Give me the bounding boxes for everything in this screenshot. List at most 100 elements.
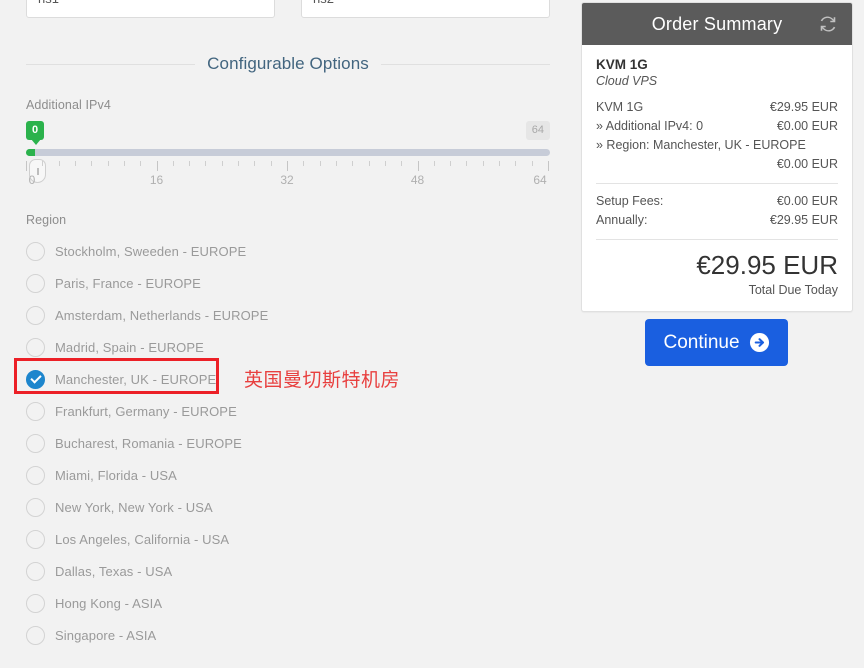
ruler-tick-minor xyxy=(482,161,484,166)
order-line-label: » Region: Manchester, UK - EUROPE xyxy=(596,138,806,152)
region-radio-item[interactable]: Madrid, Spain - EUROPE xyxy=(26,331,456,363)
region-radio-item[interactable]: Dallas, Texas - USA xyxy=(26,555,456,587)
order-fee-amount: €29.95 EUR xyxy=(769,213,838,227)
continue-button[interactable]: Continue xyxy=(645,319,788,366)
product-category: Cloud VPS xyxy=(596,74,658,88)
ruler-tick-minor xyxy=(335,161,337,166)
ruler-tick-minor xyxy=(42,161,44,166)
ruler-tick-minor xyxy=(172,161,174,166)
ruler-tick-minor xyxy=(238,161,240,166)
region-radio-item[interactable]: Stockholm, Sweeden - EUROPE xyxy=(26,235,456,267)
ruler-tick-minor xyxy=(58,161,60,166)
region-radio-label: Stockholm, Sweeden - EUROPE xyxy=(55,243,247,259)
ruler-tick-minor xyxy=(352,161,354,166)
ruler-tick-major xyxy=(287,161,288,171)
region-radio-label: Hong Kong - ASIA xyxy=(55,595,163,611)
order-line-item: KVM 1G €29.95 EUR xyxy=(596,98,838,117)
ruler-tick-minor xyxy=(450,161,452,166)
region-label: Region xyxy=(26,213,67,227)
summary-divider-1 xyxy=(596,183,838,184)
heading-rule-right xyxy=(380,63,550,65)
additional-ipv4-option: Additional IPv4 0 64 0 16 32 48 64 xyxy=(26,98,550,203)
ruler-tick-major xyxy=(26,161,27,171)
order-fee-label: Annually: xyxy=(596,213,648,227)
nameserver2-input[interactable] xyxy=(301,0,550,18)
ruler-tick-minor xyxy=(123,161,125,166)
continue-button-label: Continue xyxy=(663,331,740,353)
ruler-tick-minor xyxy=(531,161,533,166)
ruler-tick-minor xyxy=(270,161,272,166)
additional-ipv4-slider[interactable]: 0 64 0 16 32 48 64 xyxy=(26,121,550,203)
order-line-item: » Region: Manchester, UK - EUROPE €0.00 E… xyxy=(596,136,838,174)
order-summary-panel: Order Summary KVM 1G Cloud VPS KVM 1G €29… xyxy=(581,2,853,312)
radio-unchecked-icon[interactable] xyxy=(26,529,45,549)
radio-unchecked-icon[interactable] xyxy=(26,497,45,517)
ruler-tick-major xyxy=(548,161,549,171)
order-fee-line: Annually: €29.95 EUR xyxy=(596,211,838,230)
heading-rule-left xyxy=(26,63,196,65)
radio-unchecked-icon[interactable] xyxy=(26,465,45,485)
ruler-label: 0 xyxy=(28,173,36,187)
ruler-tick-minor xyxy=(254,161,256,166)
ruler-tick-minor xyxy=(303,161,305,166)
radio-unchecked-icon[interactable] xyxy=(26,625,45,645)
region-radio-label: Los Angeles, California - USA xyxy=(55,531,230,547)
region-radio-item[interactable]: New York, New York - USA xyxy=(26,491,456,523)
nameserver1-input[interactable] xyxy=(26,0,275,18)
region-radio-item[interactable]: Los Angeles, California - USA xyxy=(26,523,456,555)
radio-unchecked-icon[interactable] xyxy=(26,593,45,613)
region-radio-item[interactable]: Singapore - ASIA xyxy=(26,619,456,651)
region-radio-label: Madrid, Spain - EUROPE xyxy=(55,339,204,355)
slider-track[interactable] xyxy=(26,149,550,156)
region-radio-item[interactable]: Amsterdam, Netherlands - EUROPE xyxy=(26,299,456,331)
product-name: KVM 1G xyxy=(596,57,648,72)
radio-unchecked-icon[interactable] xyxy=(26,337,45,357)
ruler-tick-minor xyxy=(91,161,93,166)
slider-ruler-labels: 0 16 32 48 64 xyxy=(26,173,550,191)
region-option: Region Stockholm, Sweeden - EUROPE Paris,… xyxy=(26,213,456,651)
page-title: Configurable Options xyxy=(207,54,369,73)
radio-checked-icon[interactable] xyxy=(26,369,45,389)
ruler-label: 32 xyxy=(280,173,294,187)
ruler-tick-minor xyxy=(205,161,207,166)
slider-max-bubble: 64 xyxy=(525,121,550,140)
radio-unchecked-icon[interactable] xyxy=(26,305,45,325)
order-line-amount: €0.00 EUR xyxy=(776,157,838,171)
radio-unchecked-icon[interactable] xyxy=(26,401,45,421)
slider-value-bubble: 0 xyxy=(26,121,45,145)
radio-unchecked-icon[interactable] xyxy=(26,561,45,581)
region-radio-label: Frankfurt, Germany - EUROPE xyxy=(55,403,237,419)
ruler-tick-minor xyxy=(515,161,517,166)
summary-divider-2 xyxy=(596,239,838,240)
region-radio-group: Stockholm, Sweeden - EUROPE Paris, France… xyxy=(26,235,456,651)
refresh-icon[interactable] xyxy=(818,14,838,34)
order-line-label: » Additional IPv4: 0 xyxy=(596,119,704,133)
ruler-tick-minor xyxy=(107,161,109,166)
ruler-tick-minor xyxy=(384,161,386,166)
region-radio-item[interactable]: Frankfurt, Germany - EUROPE xyxy=(26,395,456,427)
order-configuration-page: Configurable Options Additional IPv4 0 6… xyxy=(0,0,864,668)
region-radio-label: Amsterdam, Netherlands - EUROPE xyxy=(55,307,269,323)
region-radio-item[interactable]: Paris, France - EUROPE xyxy=(26,267,456,299)
order-summary-body: KVM 1G Cloud VPS KVM 1G €29.95 EUR » Addit… xyxy=(582,45,852,311)
region-radio-label: New York, New York - USA xyxy=(55,499,213,515)
ruler-tick-minor xyxy=(74,161,76,166)
ruler-tick-minor xyxy=(221,161,223,166)
radio-unchecked-icon[interactable] xyxy=(26,241,45,261)
order-fee-lines: Setup Fees: €0.00 EUR Annually: €29.95 EUR xyxy=(596,192,838,230)
region-radio-label: Miami, Florida - USA xyxy=(55,467,177,483)
ruler-tick-major xyxy=(156,161,158,171)
nameserver-fields xyxy=(26,0,550,18)
order-line-items: KVM 1G €29.95 EUR » Additional IPv4: 0 €0.0… xyxy=(596,98,838,174)
order-line-amount: €0.00 EUR xyxy=(776,119,838,133)
region-radio-label: Manchester, UK - EUROPE xyxy=(55,371,217,387)
order-fee-label: Setup Fees: xyxy=(596,194,664,208)
region-radio-item[interactable]: Bucharest, Romania - EUROPE xyxy=(26,427,456,459)
radio-unchecked-icon[interactable] xyxy=(26,433,45,453)
order-line-amount: €29.95 EUR xyxy=(769,100,838,114)
ruler-label: 64 xyxy=(533,173,547,187)
radio-unchecked-icon[interactable] xyxy=(26,273,45,293)
region-radio-item[interactable]: Miami, Florida - USA xyxy=(26,459,456,491)
ruler-tick-minor xyxy=(433,161,435,166)
region-radio-item[interactable]: Hong Kong - ASIA xyxy=(26,587,456,619)
